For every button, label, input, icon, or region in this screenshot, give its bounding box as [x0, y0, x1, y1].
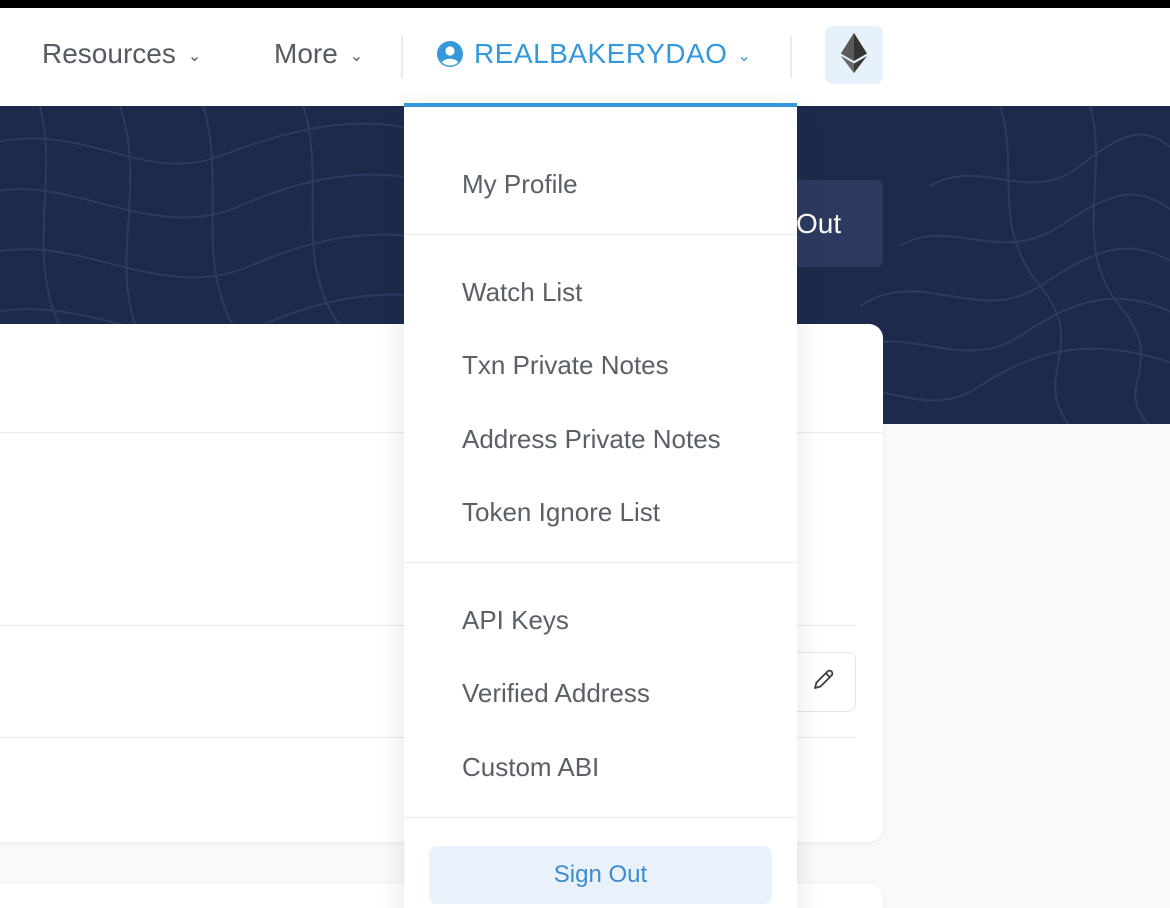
chevron-down-icon: ⌄	[737, 48, 752, 65]
account-dropdown-menu: My Profile Watch List Txn Private Notes …	[404, 103, 797, 908]
nav-divider	[790, 36, 792, 78]
top-bar	[0, 0, 1170, 8]
network-switch-button[interactable]	[825, 26, 883, 84]
menu-divider	[404, 817, 797, 818]
nav-divider	[401, 36, 403, 78]
menu-divider	[404, 562, 797, 563]
menu-item-custom-abi[interactable]: Custom ABI	[462, 752, 599, 783]
page: Resources ⌄ More ⌄ REALBAKERYDAO ⌄ Out M…	[0, 0, 1170, 908]
chevron-down-icon: ⌄	[187, 48, 202, 65]
menu-item-txn-private-notes[interactable]: Txn Private Notes	[462, 350, 669, 381]
menu-item-verified-address[interactable]: Verified Address	[462, 678, 650, 709]
navbar: Resources ⌄ More ⌄ REALBAKERYDAO ⌄	[0, 8, 1170, 106]
pencil-icon	[810, 667, 836, 698]
menu-item-api-keys[interactable]: API Keys	[462, 605, 569, 636]
nav-user-label: REALBAKERYDAO	[474, 38, 728, 69]
nav-more-label: More	[274, 38, 338, 69]
sign-out-button[interactable]: Sign Out	[429, 846, 772, 904]
chevron-down-icon: ⌄	[349, 48, 364, 65]
hero-button-label: Out	[796, 207, 842, 239]
user-circle-icon	[436, 40, 464, 68]
menu-item-address-private-notes[interactable]: Address Private Notes	[462, 424, 721, 455]
nav-user-account[interactable]: REALBAKERYDAO ⌄	[436, 34, 751, 74]
sign-out-label: Sign Out	[553, 861, 648, 888]
menu-divider	[404, 234, 797, 235]
nav-resources[interactable]: Resources ⌄	[42, 34, 201, 74]
ethereum-icon	[841, 32, 867, 78]
nav-resources-label: Resources	[42, 38, 176, 69]
menu-item-watch-list[interactable]: Watch List	[462, 277, 582, 308]
menu-item-token-ignore-list[interactable]: Token Ignore List	[462, 497, 660, 528]
menu-item-my-profile[interactable]: My Profile	[462, 169, 578, 200]
edit-button[interactable]	[790, 652, 856, 712]
nav-more[interactable]: More ⌄	[274, 34, 363, 74]
